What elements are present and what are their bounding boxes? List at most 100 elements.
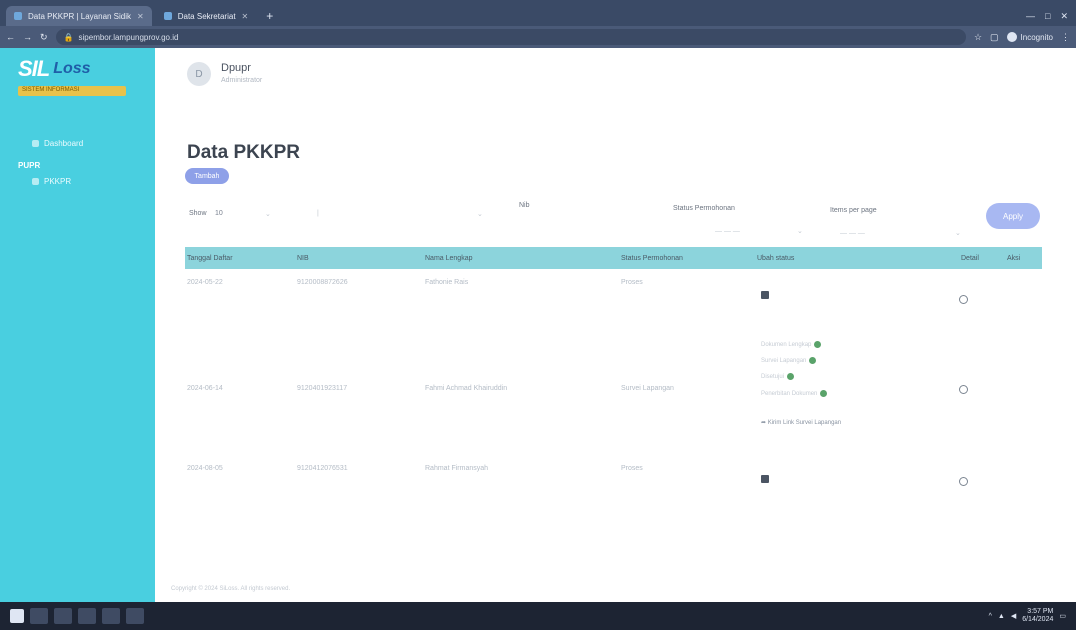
favicon-icon <box>163 12 172 20</box>
status-option-label: Dokumen Lengkap <box>761 342 812 349</box>
sidebar-item-pkkpr[interactable]: PKKPR <box>0 172 155 191</box>
status-option-label: Survei Lapangan <box>761 358 807 365</box>
status-label: Status Permohonan <box>673 205 735 212</box>
browser-tab[interactable]: Data Sekretariat ✕ <box>156 6 257 26</box>
browser-tab-bar: Data PKKPR | Layanan Sidik ✕ Data Sekret… <box>0 0 1076 26</box>
close-icon[interactable]: ✕ <box>242 12 249 21</box>
edit-icon[interactable] <box>761 475 769 483</box>
chevron-down-icon[interactable]: ⌄ <box>265 210 271 218</box>
dashboard-icon <box>32 140 39 147</box>
app: SIL Loss SISTEM INFORMASI Dashboard PUPR… <box>0 48 1076 602</box>
check-icon <box>814 341 822 348</box>
check-icon <box>820 390 828 397</box>
cell-status: Survei Lapangan <box>621 385 674 392</box>
chevron-down-icon[interactable]: ⌄ <box>955 229 961 237</box>
chevron-down-icon[interactable]: ⌄ <box>477 210 483 218</box>
document-icon <box>32 178 39 185</box>
column-header[interactable]: NIB <box>297 255 309 262</box>
items-per-page-select[interactable]: — — — <box>840 230 865 237</box>
status-select[interactable]: — — — <box>715 228 740 235</box>
share-icon: ➦ <box>761 420 768 426</box>
items-per-page-label: Items per page <box>830 207 877 214</box>
show-select[interactable]: 10 <box>215 210 223 217</box>
status-option[interactable]: Survei Lapangan <box>761 357 817 365</box>
footer: Copyright © 2024 SiLoss. All rights rese… <box>171 586 291 592</box>
status-option[interactable]: Dokumen Lengkap <box>761 341 822 349</box>
user-header: D Dpupr Administrator <box>155 48 1076 103</box>
share-survey-link-label: Kirim Link Survei Lapangan <box>767 420 842 426</box>
incognito-label: Incognito <box>1020 32 1053 42</box>
browser-tab[interactable]: Data PKKPR | Layanan Sidik ✕ <box>6 6 152 26</box>
table-header: Tanggal Daftar NIB Nama Lengkap Status P… <box>185 247 1042 269</box>
eye-icon[interactable] <box>959 295 968 304</box>
check-icon <box>809 357 817 364</box>
maximize-icon[interactable]: □ <box>1045 11 1050 21</box>
file-explorer-icon[interactable] <box>54 608 72 624</box>
sidebar-item-label: PKKPR <box>44 177 72 186</box>
cell-nib: 9120008872626 <box>297 279 348 286</box>
forward-icon[interactable]: → <box>23 32 32 42</box>
cell-nib: 9120412076531 <box>297 465 348 472</box>
column-header[interactable]: Tanggal Daftar <box>187 255 233 262</box>
app-logo[interactable]: SIL Loss <box>18 56 155 82</box>
incognito-profile[interactable]: Incognito <box>1006 32 1053 42</box>
app-icon[interactable] <box>102 608 120 624</box>
status-option-label: Penerbitan Dokumen <box>761 391 818 398</box>
back-icon[interactable]: ← <box>6 32 15 42</box>
table-row: 2024-08-05 9120412076531 Rahmat Firmansy… <box>185 451 1042 507</box>
status-option[interactable]: Penerbitan Dokumen <box>761 390 828 398</box>
logo-subtitle: SISTEM INFORMASI <box>18 86 126 96</box>
sidebar-item-label: Dashboard <box>44 139 84 148</box>
share-survey-link[interactable]: ➦ Kirim Link Survei Lapangan <box>761 419 841 426</box>
column-header[interactable]: Status Permohonan <box>621 255 683 262</box>
data-table: Tanggal Daftar NIB Nama Lengkap Status P… <box>185 247 1042 507</box>
sidebar: SIL Loss SISTEM INFORMASI Dashboard PUPR… <box>0 48 155 602</box>
show-label: Show <box>189 210 207 217</box>
chevron-down-icon[interactable]: ⌄ <box>797 227 803 235</box>
eye-icon[interactable] <box>959 477 968 486</box>
table-row: 2024-05-22 9120008872626 Fathonie Rais P… <box>185 269 1042 325</box>
eye-icon[interactable] <box>959 385 968 394</box>
sidebar-group-pupr: PUPR <box>18 161 41 170</box>
user-name: Dpupr <box>221 62 251 74</box>
close-icon[interactable]: ✕ <box>137 12 144 21</box>
tab-search-icon[interactable]: ▢ <box>990 32 999 43</box>
cell-date: 2024-08-05 <box>187 465 223 472</box>
column-header: Aksi <box>1007 254 1021 262</box>
user-role: Administrator <box>221 77 263 84</box>
url-text: sipembor.lampungprov.go.id <box>78 32 179 42</box>
cell-status: Proses <box>621 279 643 286</box>
status-option[interactable]: Disetujui <box>761 373 795 381</box>
edit-icon[interactable] <box>761 291 769 299</box>
column-header: Ubah status <box>757 254 795 262</box>
task-view-icon[interactable] <box>30 608 48 624</box>
status-option-label: Disetujui <box>761 374 785 381</box>
minimize-icon[interactable]: — <box>1026 11 1035 21</box>
logo-text: Loss <box>53 60 91 77</box>
volume-icon[interactable]: ◀ <box>1011 612 1016 620</box>
column-header[interactable]: Nama Lengkap <box>425 255 472 262</box>
cell-date: 2024-05-22 <box>187 279 223 286</box>
notification-icon[interactable]: ▭ <box>1059 612 1066 620</box>
reload-icon[interactable]: ↻ <box>40 32 48 43</box>
new-tab-button[interactable]: + <box>260 6 279 26</box>
windows-start-icon[interactable] <box>10 609 24 623</box>
apply-button[interactable]: Apply <box>986 203 1040 229</box>
app-icon[interactable] <box>126 608 144 624</box>
nib-label: Nib <box>519 202 530 209</box>
url-input[interactable]: 🔒 sipembor.lampungprov.go.id <box>55 29 966 45</box>
close-window-icon[interactable]: ✕ <box>1060 11 1068 22</box>
network-icon[interactable]: ▲ <box>998 613 1005 620</box>
sidebar-item-dashboard[interactable]: Dashboard <box>0 134 155 153</box>
chevron-up-icon[interactable]: ^ <box>989 613 992 620</box>
chrome-icon[interactable] <box>78 608 96 624</box>
add-button[interactable]: Tambah <box>185 168 229 184</box>
bookmark-star-icon[interactable]: ☆ <box>974 32 982 43</box>
clock[interactable]: 3:57 PM 6/14/2024 <box>1022 608 1053 624</box>
browser-menu-icon[interactable]: ⋮ <box>1061 32 1070 43</box>
avatar[interactable]: D <box>187 62 211 86</box>
column-header: Detail <box>961 254 979 262</box>
cell-nib: 9120401923117 <box>297 385 348 392</box>
clock-date: 6/14/2024 <box>1022 616 1054 623</box>
search-input[interactable]: | <box>317 210 319 217</box>
